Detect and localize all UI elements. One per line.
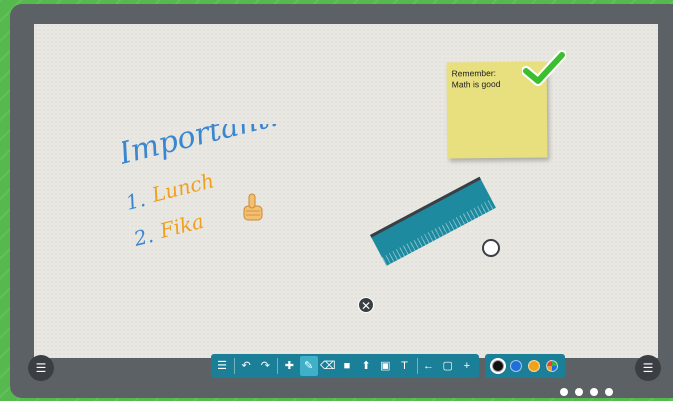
color-swatch-orange[interactable]	[528, 360, 540, 372]
page-dot-1[interactable]	[560, 388, 568, 396]
text-icon[interactable]: T	[395, 356, 413, 376]
color-swatch-blue[interactable]	[510, 360, 522, 372]
close-icon[interactable]: ✕	[358, 297, 374, 313]
handwriting-item2-text: Fika	[156, 209, 206, 243]
whiteboard-canvas[interactable]: Important! 1. Lunch 2. Fika Remember: Ma…	[34, 24, 658, 358]
handwritten-notes: Important! 1. Lunch 2. Fika	[122, 124, 284, 251]
left-menu-button[interactable]: ☰	[28, 355, 54, 381]
back-icon[interactable]: ←	[419, 356, 437, 376]
right-menu-button[interactable]: ☰	[635, 355, 661, 381]
color-swatch-multi[interactable]	[546, 360, 558, 372]
add-icon[interactable]: +	[458, 356, 476, 376]
page-icon[interactable]: ▢	[439, 356, 457, 376]
handwriting-item1-num: 1.	[123, 187, 147, 215]
move-icon[interactable]: ✚	[280, 356, 298, 376]
ruler-ticks	[381, 198, 496, 266]
handwriting-item1-text: Lunch	[148, 168, 216, 207]
image-icon[interactable]: ▣	[376, 356, 394, 376]
redo-icon[interactable]: ↷	[256, 356, 274, 376]
sticky-note-icon[interactable]: ■	[338, 356, 356, 376]
toolbar-separator	[416, 358, 418, 374]
page-indicator	[560, 388, 620, 396]
page-dot-2[interactable]	[575, 388, 583, 396]
handwriting-item2-num: 2.	[130, 223, 155, 251]
page-dot-3[interactable]	[590, 388, 598, 396]
checkmark-icon	[522, 50, 566, 86]
toolbar-separator	[277, 358, 279, 374]
ruler-rotate-handle[interactable]	[482, 239, 500, 257]
stamp-icon[interactable]: ⬆	[357, 356, 375, 376]
eraser-icon[interactable]: ⌫	[319, 356, 337, 376]
handwriting-title: Important!	[122, 124, 284, 172]
device-frame: Important! 1. Lunch 2. Fika Remember: Ma…	[10, 4, 673, 398]
ruler-tool[interactable]	[370, 176, 496, 266]
main-toolbar: ☰ ↶ ↷ ✚ ✎ ⌫ ■ ⬆ ▣ T ← ▢ +	[211, 354, 479, 378]
menu-icon[interactable]: ☰	[213, 356, 231, 376]
toolbar-separator	[234, 358, 236, 374]
pen-icon[interactable]: ✎	[299, 356, 318, 376]
color-swatch-black[interactable]	[492, 360, 504, 372]
undo-icon[interactable]: ↶	[237, 356, 255, 376]
thumbs-up-icon	[243, 193, 263, 221]
color-palette	[485, 354, 565, 378]
page-dot-4[interactable]	[605, 388, 613, 396]
